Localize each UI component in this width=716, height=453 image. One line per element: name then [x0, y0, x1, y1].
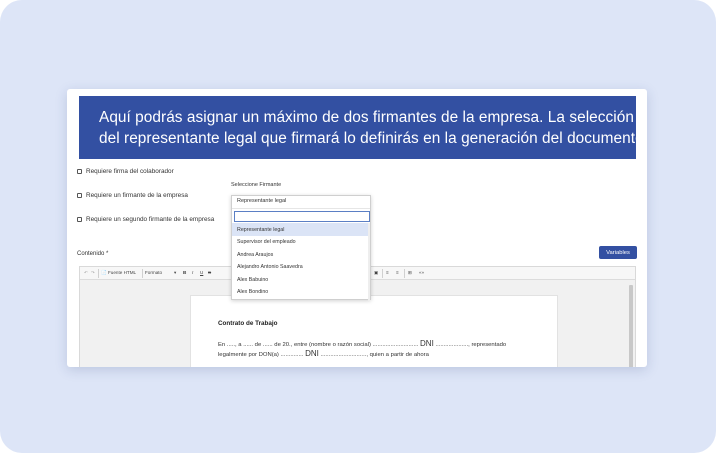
redo-icon[interactable]: ↷	[91, 270, 95, 276]
checkbox-requiere-firmante-empresa[interactable]: Requiere un firmante de la empresa	[77, 192, 188, 199]
italic-button[interactable]: I	[192, 270, 193, 275]
image-icon[interactable]: ▣	[374, 270, 378, 276]
document-text: En ....., a ...... de ...... de 20., ent…	[218, 342, 419, 348]
table-icon[interactable]: ⊞	[408, 270, 412, 276]
dni-variable: DNI	[305, 349, 319, 358]
firmante-dropdown[interactable]: Representante legal Representante legal …	[231, 195, 371, 301]
document-text: legalmente por DON(a) ..............	[218, 352, 304, 358]
firmante-selected-value[interactable]: Representante legal	[232, 196, 370, 209]
checkbox-box[interactable]	[77, 169, 82, 174]
bulleted-list-icon[interactable]: ≡	[396, 270, 399, 275]
editor-scrollbar[interactable]	[629, 285, 633, 367]
firmante-option[interactable]: Andrea Araujos	[232, 248, 370, 261]
firmante-options-list: Representante legal Supervisor del emple…	[232, 223, 370, 298]
toolbar-divider	[382, 269, 383, 278]
select-firmante-label: Seleccione Firmante	[231, 182, 282, 188]
firmante-search-input[interactable]	[234, 211, 370, 222]
dni-variable: DNI	[420, 339, 434, 348]
chevron-down-icon[interactable]: ▾	[174, 270, 176, 276]
toolbar-divider	[98, 269, 99, 278]
bold-button[interactable]: B	[183, 270, 186, 275]
firmante-option[interactable]: Representante legal	[232, 223, 370, 236]
strike-button[interactable]: S	[208, 270, 211, 275]
document-line: En ....., a ...... de ...... de 20., ent…	[218, 339, 506, 348]
special-char-icon[interactable]: «»	[419, 270, 424, 275]
checkbox-requiere-firma-colaborador[interactable]: Requiere firma del colaborador	[77, 168, 174, 175]
firmante-option[interactable]: Alejandro Antonio Saavedra	[232, 261, 370, 274]
document-template-panel: Aquí podrás asignar un máximo de dos fir…	[67, 89, 647, 367]
info-banner: Aquí podrás asignar un máximo de dos fir…	[79, 96, 647, 159]
undo-icon[interactable]: ↶	[84, 270, 88, 276]
toolbar-divider	[404, 269, 405, 278]
info-banner-line-1: Aquí podrás asignar un máximo de dos fir…	[99, 109, 634, 126]
underline-button[interactable]: U	[200, 270, 203, 275]
numbered-list-icon[interactable]: ≡	[386, 270, 389, 275]
checkbox-label: Requiere un segundo firmante de la empre…	[86, 216, 215, 223]
firmante-option[interactable]: Alex Bondino	[232, 286, 370, 299]
document-text: ............................, quien a pa…	[320, 352, 429, 358]
format-dropdown[interactable]: Formato	[145, 270, 162, 275]
document-line: legalmente por DON(a) .............. DNI…	[218, 349, 429, 358]
source-html-button[interactable]: Fuente HTML	[108, 270, 136, 275]
document-text: ...................., representado	[435, 342, 507, 348]
firmante-option[interactable]: Supervisor del empleado	[232, 236, 370, 249]
info-banner-line-2: del representante legal que firmará lo d…	[99, 130, 647, 147]
document-title: Contrato de Trabajo	[218, 320, 278, 327]
toolbar-divider	[142, 269, 143, 278]
checkbox-box[interactable]	[77, 193, 82, 198]
source-code-icon[interactable]: 📄	[101, 270, 107, 276]
checkbox-label: Requiere un firmante de la empresa	[86, 192, 188, 199]
variables-button[interactable]: Variables	[599, 246, 637, 259]
document-page[interactable]: Contrato de Trabajo En ....., a ...... d…	[190, 295, 558, 367]
dropdown-scrollbar[interactable]	[368, 223, 370, 301]
checkbox-box[interactable]	[77, 217, 82, 222]
checkbox-requiere-segundo-firmante[interactable]: Requiere un segundo firmante de la empre…	[77, 216, 214, 223]
contenido-label: Contenido *	[77, 251, 109, 257]
firmante-option[interactable]: Alex Babuino	[232, 273, 370, 286]
checkbox-label: Requiere firma del colaborador	[86, 168, 174, 175]
